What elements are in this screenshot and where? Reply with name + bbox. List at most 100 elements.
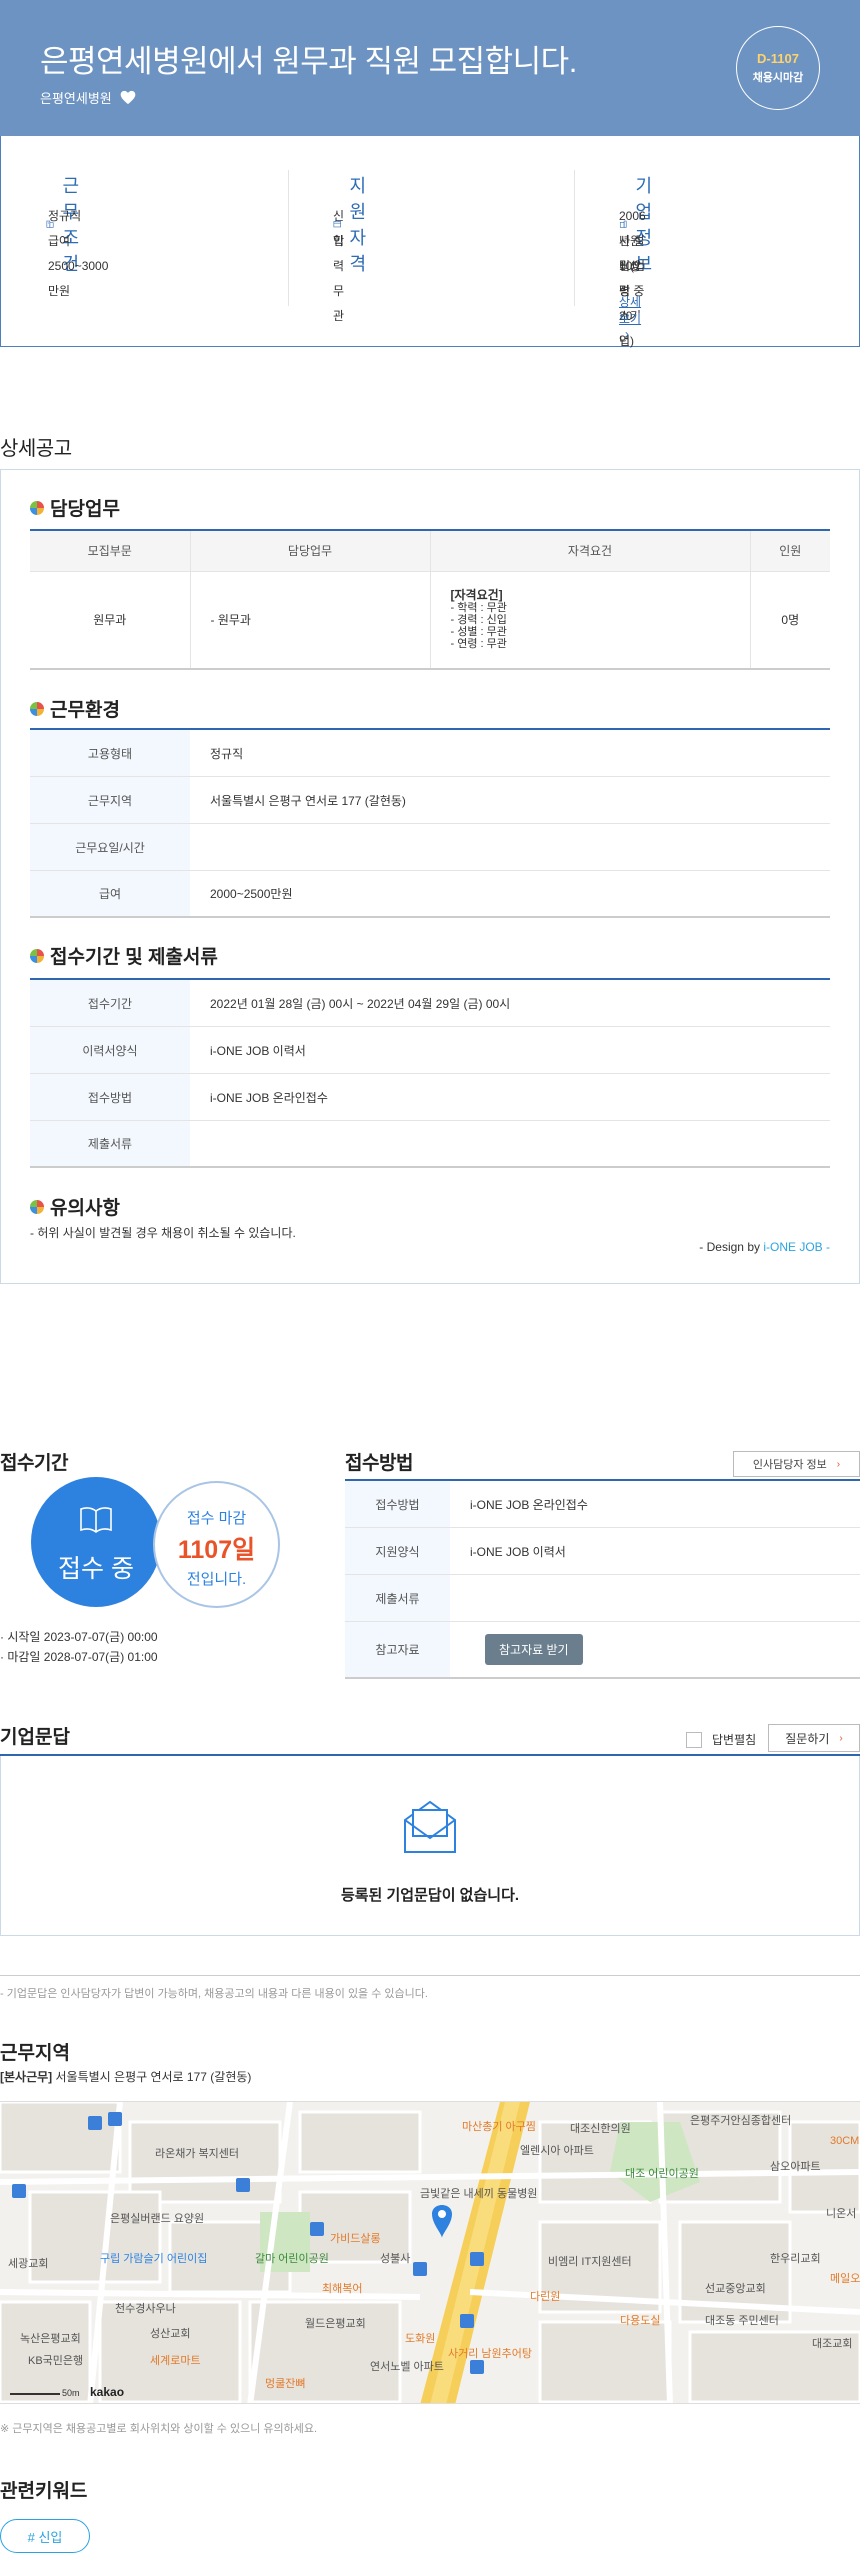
ask-question-label: 질문하기 (785, 1731, 830, 1746)
table-row: 원무과 - 원무과 [자격요건] - 학력 : 무관 - 경력 : 신입 - 성… (30, 571, 830, 670)
duty-task: - 원무과 (190, 571, 431, 670)
qa-empty-message: 등록된 기업문답이 없습니다. (340, 1887, 520, 1904)
map-label: 30CM 방든카 (830, 2134, 860, 2147)
map-label: 최해복어 (322, 2281, 362, 2295)
apply-value: i-ONE JOB 이력서 (470, 1544, 566, 1559)
period-value: i-ONE JOB 이력서 (210, 1043, 306, 1058)
bullet-icon (30, 948, 44, 963)
location-map[interactable]: 마산총기 아구찜 엘렌시아 아파트 대조신한의원 금빛같은 내세끼 동물병원 대… (0, 2101, 860, 2404)
qa-list: 등록된 기업문답이 없습니다. (0, 1756, 860, 1936)
hr-contact-button[interactable]: 인사담당자 정보 › (733, 1451, 860, 1477)
apply-table: 접수방법 i-ONE JOB 온라인접수 지원양식 i-ONE JOB 이력서 제출… (345, 1481, 860, 1679)
bullet-icon (30, 1199, 44, 1214)
map-label: 성불사 (380, 2252, 410, 2265)
qa-expand-toggle[interactable]: 답변펼침 (686, 1731, 756, 1748)
qa-title: 기업문답 (0, 1727, 70, 1748)
apply-key: 제출서류 (345, 1575, 450, 1621)
apply-method-title: 접수방법 (345, 1453, 413, 1474)
status-text: 접수 중 (58, 1555, 134, 1583)
map-label: 메일오 (830, 2271, 860, 2285)
duty-header-count: 인원 (750, 531, 830, 572)
job-header: 은평연세병원에서 원무과 직원 모집합니다. 은평연세병원 D-1107 채용시… (0, 0, 860, 136)
map-label: 천수경사우나 (115, 2301, 176, 2315)
company-detail-label: 상세보기 (619, 295, 642, 326)
map-label: 다용도실 (620, 2314, 660, 2327)
env-key: 고용형태 (30, 730, 190, 776)
period-title: 접수기간 및 제출서류 (50, 947, 218, 968)
location-tag: [본사근무] (0, 2070, 53, 2084)
duty-title: 담당업무 (50, 499, 120, 520)
req-education: - 학력 : 무관 (450, 602, 507, 615)
design-credit: - Design by i-ONE JOB - (699, 1240, 830, 1254)
map-label: 대조 어린이공원 (625, 2167, 699, 2180)
divider (288, 170, 289, 306)
env-value: 2000~2500만원 (210, 887, 293, 901)
map-label: 은평주거안심종합센터 (690, 2114, 791, 2127)
bullet-icon (30, 500, 44, 515)
map-canvas[interactable]: 마산총기 아구찜 엘렌시아 아파트 대조신한의원 금빛같은 내세끼 동물병원 대… (0, 2102, 860, 2404)
map-label: 은평실버랜드 요양원 (110, 2212, 204, 2225)
download-attachment-button[interactable]: 참고자료 받기 (485, 1634, 583, 1665)
end-date: · 마감일 2028-07-07(금) 01:00 (0, 1650, 158, 1664)
qualification-education: 학력무관 (333, 234, 345, 323)
map-label: 세광교회 (8, 2257, 48, 2270)
map-label: 비엠리 IT지원센터 (548, 2255, 632, 2268)
apply-key: 접수방법 (345, 1481, 450, 1527)
table-row: 접수기간 2022년 01월 28일 (금) 00시 ~ 2022년 04월 29… (30, 980, 830, 1027)
map-label: 다린원 (530, 2290, 560, 2303)
deadline-suffix: 전입니다. (186, 1571, 247, 1588)
table-row: 접수방법 i-ONE JOB 온라인접수 (30, 1074, 830, 1121)
apply-key: 지원양식 (345, 1528, 450, 1574)
checkbox[interactable] (686, 1731, 702, 1748)
map-label: 대조동 주민센터 (705, 2314, 779, 2327)
env-key: 근무요일/시간 (30, 824, 190, 870)
map-label: 월드은평교회 (305, 2317, 366, 2330)
req-gender: - 성별 : 무관 (450, 626, 507, 639)
company-detail-link[interactable]: 상세보기› (619, 293, 646, 341)
job-title: 은평연세병원에서 원무과 직원 모집합니다. (40, 44, 577, 79)
map-label: 연서노벨 아파트 (370, 2360, 444, 2373)
table-row: 참고자료 참고자료 받기 (345, 1622, 860, 1679)
ask-question-button[interactable]: 질문하기 › (768, 1724, 860, 1752)
start-date: · 시작일 2023-07-07(금) 00:00 (0, 1630, 158, 1644)
qa-note: - 기업문답은 인사담당자가 답변이 가능하며, 채용공고의 내용과 다른 내용… (0, 1988, 428, 2000)
map-label: 멍쿨잔뼈 (265, 2377, 305, 2390)
map-label: 세계로마트 (150, 2354, 201, 2367)
dday-count: D-1107 (757, 51, 799, 66)
condition-salary: 급여 2500~3000만원 (48, 234, 109, 298)
table-row: 근무요일/시간 (30, 824, 830, 871)
heart-icon[interactable] (120, 90, 136, 105)
apply-value: 참고자료 받기 (450, 1622, 860, 1677)
map-label: 한우리교회 (770, 2252, 821, 2265)
apply-value: i-ONE JOB 온라인접수 (470, 1497, 588, 1512)
period-table: 접수기간 2022년 01월 28일 (금) 00시 ~ 2022년 04월 29… (30, 980, 830, 1168)
env-key: 근무지역 (30, 777, 190, 823)
chevron-right-icon: › (836, 1458, 841, 1470)
period-key: 접수방법 (30, 1074, 190, 1120)
company-name[interactable]: 은평연세병원 (40, 88, 136, 107)
table-row: 고용형태 정규직 (30, 730, 830, 777)
deadline-circle: 접수 마감 1107일 전입니다. (153, 1481, 280, 1608)
keyword-tag[interactable]: # 신입 (0, 2519, 90, 2553)
env-value: 정규직 (210, 746, 244, 761)
period-value: i-ONE JOB 온라인접수 (210, 1090, 328, 1105)
dday-badge: D-1107 채용시마감 (736, 26, 820, 110)
map-label: KB국민은행 (28, 2354, 83, 2367)
bullet-icon (30, 701, 44, 716)
job-summary: 근무조건 정규직 급여 2500~3000만원 지원자격 신입 학력무관 기업정… (0, 136, 860, 348)
period-key: 제출서류 (30, 1121, 190, 1166)
caution-text: - 허위 사실이 발견될 경우 채용이 취소될 수 있습니다. (30, 1226, 296, 1240)
dday-label: 채용시마감 (752, 72, 804, 84)
env-key: 급여 (30, 871, 190, 916)
table-row: 급여 2000~2500만원 (30, 871, 830, 918)
env-heading: 근무환경 (30, 695, 120, 722)
apply-period-title: 접수기간 (0, 1453, 68, 1474)
req-career: - 경력 : 신입 (450, 614, 507, 627)
status-circle: 접수 중 (31, 1477, 161, 1607)
keywords-title: 관련키워드 (0, 2481, 88, 2502)
map-note: ※ 근무지역은 채용공고별로 회사위치와 상이할 수 있으니 유의하세요. (0, 2423, 318, 2435)
condition-employment: 정규직 (48, 209, 82, 223)
map-label: 대조신한의원 (570, 2122, 631, 2135)
table-row: 제출서류 (30, 1121, 830, 1168)
map-label: 도화원 (405, 2332, 435, 2345)
